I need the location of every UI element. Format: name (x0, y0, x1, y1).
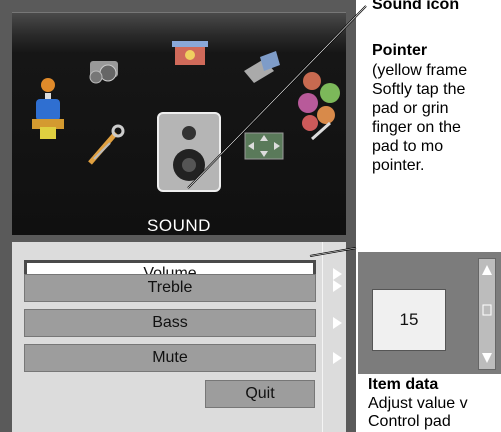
annotation-pointer-line: (yellow frame (372, 62, 468, 79)
annotation-pointer-line: Softly tap the (372, 81, 466, 98)
annotation-pointer-line: pad to mo (372, 138, 444, 155)
annotation-sound-icon: Sound icon (372, 0, 460, 13)
annotation-pointer-title: Pointer (372, 42, 428, 59)
annotation-item-data-line: Adjust value v (368, 395, 468, 412)
annotation-item-data-line: Control pad (368, 413, 451, 430)
annotation-pointer-line: pointer. (372, 157, 425, 174)
annotation-pointer-line: pad or grin (372, 100, 449, 117)
annotation-pointer-line: finger on the (372, 119, 461, 136)
annotation-item-data-title: Item data (368, 376, 439, 393)
